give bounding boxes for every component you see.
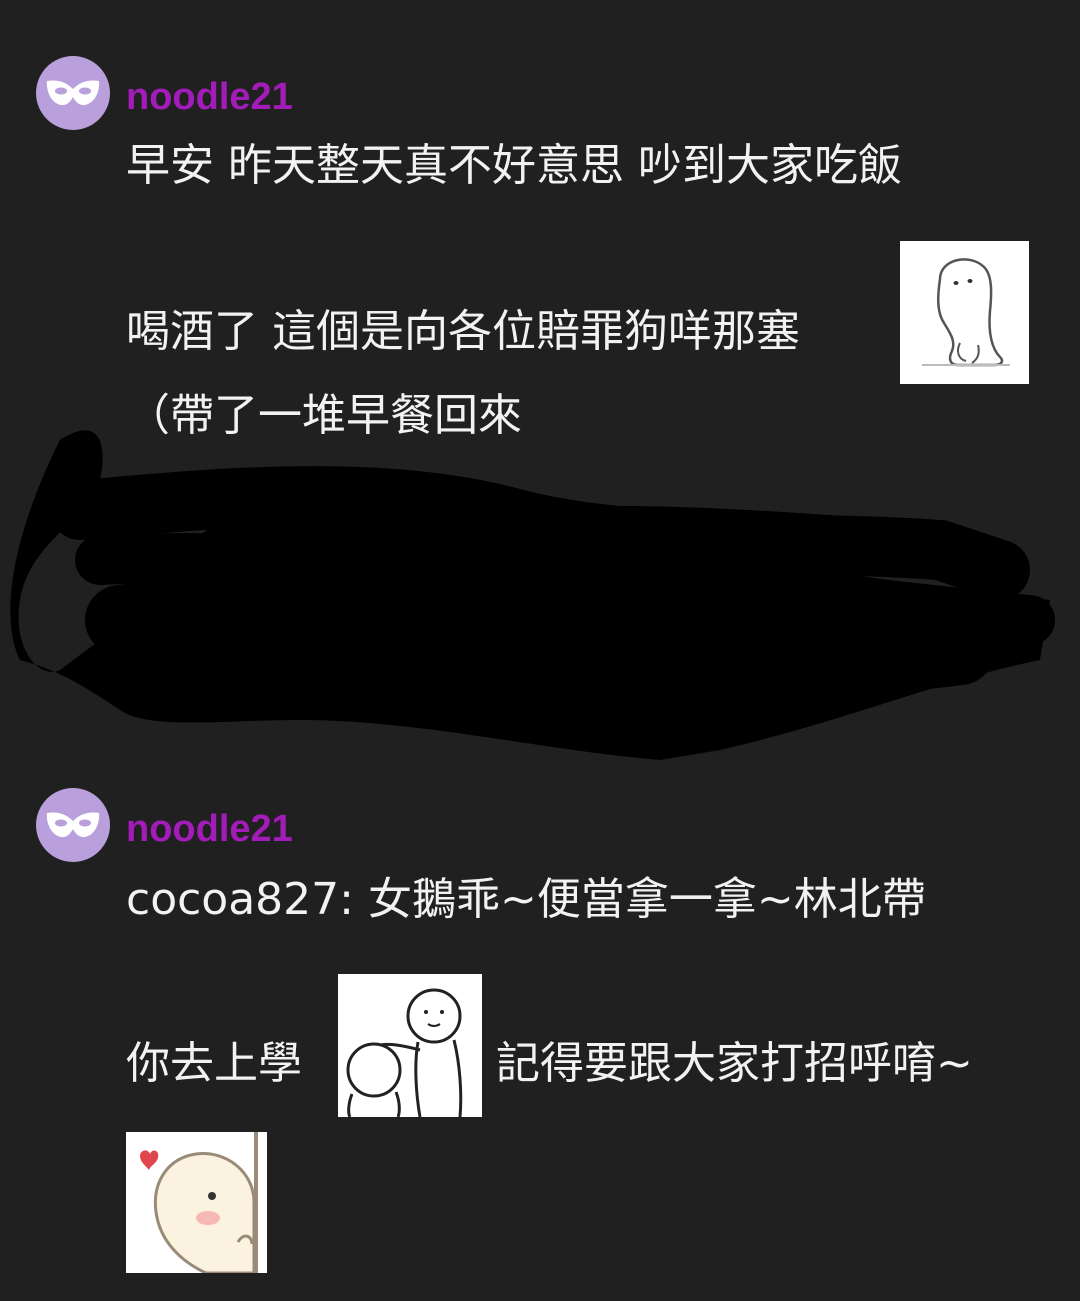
chat-message: noodle21 早安 昨天整天真不好意思 吵到大家吃飯 喝酒了 這個是向各位賠…: [0, 0, 1080, 440]
peeking-blob-heart-sticker[interactable]: [126, 1132, 267, 1273]
avatar[interactable]: [36, 56, 110, 130]
redacted-scribble: [0, 420, 1080, 770]
message-text-line: 喝酒了 這個是向各位賠罪狗咩那塞: [126, 306, 800, 357]
message-text-line: 早安 昨天整天真不好意思 吵到大家吃飯: [126, 140, 902, 191]
chat-message: noodle21 cocoa827: 女鵝乖~便當拿一拿~林北帶 你去上學 記得…: [0, 770, 1080, 1301]
two-figures-pat-sticker[interactable]: [338, 974, 482, 1117]
avatar[interactable]: [36, 788, 110, 862]
ghost-sitting-sticker[interactable]: [900, 241, 1029, 384]
mask-icon: [46, 812, 100, 838]
username[interactable]: noodle21: [126, 810, 293, 848]
message-text-line: 你去上學: [126, 1038, 302, 1089]
mask-icon: [46, 80, 100, 106]
username[interactable]: noodle21: [126, 78, 293, 116]
message-text-line: 記得要跟大家打招呼唷~: [496, 1038, 973, 1089]
message-text-line: cocoa827: 女鵝乖~便當拿一拿~林北帶: [126, 874, 926, 925]
